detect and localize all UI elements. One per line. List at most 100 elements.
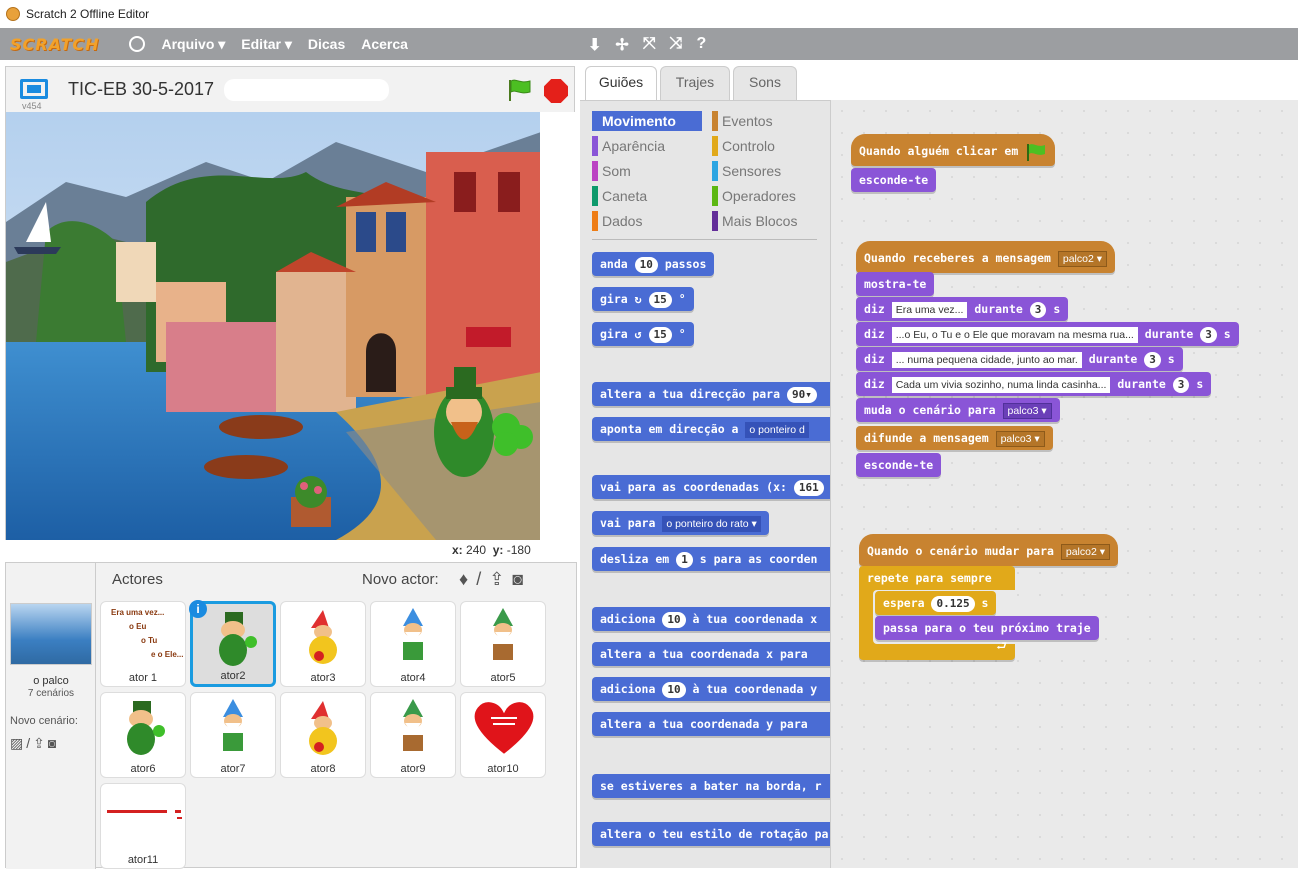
language-globe-icon[interactable] <box>129 36 146 52</box>
block-broadcast[interactable]: difunde a mensagem palco3 ▾ <box>856 426 1053 450</box>
block-glide[interactable]: desliza em 1 s para as coorden <box>592 547 830 571</box>
sprite-ator7[interactable]: ator7 <box>190 692 276 778</box>
block-go-to[interactable]: vai para o ponteiro do rato ▾ <box>592 511 769 535</box>
sprite-ator11[interactable]: ator11 <box>100 783 186 869</box>
sprite-name: ator11 <box>127 854 159 866</box>
category-eventos[interactable]: Eventos <box>712 111 773 131</box>
sprite-name: ator6 <box>130 763 156 775</box>
scratch-cat-icon <box>6 7 20 21</box>
sprite-ator5[interactable]: ator5 <box>460 601 546 687</box>
sprite-ator10[interactable]: ator10 <box>460 692 546 778</box>
category-caneta[interactable]: Caneta <box>592 186 647 206</box>
block-say-3[interactable]: diz ... numa pequena cidade, junto ao ma… <box>856 347 1183 371</box>
block-change-y[interactable]: adiciona 10 à tua coordenada y <box>592 677 830 701</box>
upload-backdrop-icon[interactable]: ⇪ <box>33 735 45 752</box>
shrink-icon[interactable]: ⤨ <box>670 35 683 55</box>
sprite-name: ator8 <box>310 763 336 775</box>
camera-sprite-icon[interactable]: ◙ <box>512 569 523 590</box>
duplicate-stamp-icon[interactable]: ⬇ <box>588 35 601 55</box>
menu-arquivo[interactable]: Arquivo ▾ <box>161 36 225 53</box>
presentation-mode-icon[interactable] <box>20 79 48 99</box>
delete-scissors-icon[interactable]: ✢ <box>615 35 628 55</box>
sprite-name: ator10 <box>487 763 519 775</box>
block-set-x[interactable]: altera a tua coordenada x para <box>592 642 830 666</box>
menu-editar[interactable]: Editar ▾ <box>241 36 292 53</box>
leprechaun-thumbnail <box>219 612 257 666</box>
tab-guioes[interactable]: Guiões <box>585 66 657 100</box>
block-set-y[interactable]: altera a tua coordenada y para <box>592 712 830 736</box>
block-show[interactable]: mostra-te <box>856 272 935 296</box>
block-hide[interactable]: esconde-te <box>851 168 937 192</box>
grow-icon[interactable]: ⤧ <box>643 35 656 55</box>
loop-arrow-icon: ⮐ <box>996 639 1007 653</box>
project-title[interactable]: TIC-EB 30-5-2017 <box>68 79 214 100</box>
info-icon[interactable]: i <box>189 600 207 618</box>
menu-dicas[interactable]: Dicas <box>308 36 345 52</box>
sprite-ator4[interactable]: ator4 <box>370 601 456 687</box>
category-sensores[interactable]: Sensores <box>712 161 781 181</box>
sprite-ator3[interactable]: ator3 <box>280 601 366 687</box>
sprite-library-icon[interactable]: ♦ <box>459 569 468 590</box>
sprite-ator2[interactable]: i ator2 <box>189 600 276 687</box>
sprite-ator8[interactable]: ator8 <box>280 692 366 778</box>
paint-sprite-icon[interactable]: / <box>476 569 481 590</box>
scratch-logo[interactable]: SCRATCH <box>10 35 99 54</box>
sprite-name: ator5 <box>490 672 516 684</box>
dwarf-yellow-thumbnail <box>309 701 337 755</box>
block-go-to-xy[interactable]: vai para as coordenadas (x: 161 <box>592 475 830 499</box>
help-icon[interactable]: ? <box>696 35 706 55</box>
menu-acerca[interactable]: Acerca <box>361 36 408 52</box>
sprite-name: ator7 <box>220 763 246 775</box>
block-say-4[interactable]: diz Cada um vivia sozinho, numa linda ca… <box>856 372 1212 396</box>
sprite-ator-1[interactable]: Era uma vez... o Eu o Tu e o Ele... ator… <box>100 601 186 687</box>
block-hide-2[interactable]: esconde-te <box>856 453 942 477</box>
leprechaun-thumbnail <box>127 701 165 755</box>
block-say-1[interactable]: diz Era uma vez... durante 3 s <box>856 297 1069 321</box>
sprite-name: ator9 <box>400 763 426 775</box>
block-turn-right[interactable]: gira ↻ 15 ° <box>592 287 694 311</box>
stage-thumbnail[interactable] <box>10 603 92 665</box>
category-dados[interactable]: Dados <box>592 211 642 231</box>
category-aparencia[interactable]: Aparência <box>592 136 665 156</box>
sprite-ator9[interactable]: ator9 <box>370 692 456 778</box>
tab-sons[interactable]: Sons <box>733 66 797 100</box>
block-switch-backdrop[interactable]: muda o cenário para palco3 ▾ <box>856 398 1060 422</box>
stage-column: o palco 7 cenários Novo cenário: ▨ / ⇪ ◙ <box>6 563 96 869</box>
blocks-palette: Movimento Eventos Aparência Controlo Som… <box>580 100 830 868</box>
hat-when-flag-clicked[interactable]: Quando alguém clicar em <box>851 134 1056 166</box>
category-mais-blocos[interactable]: Mais Blocos <box>712 211 797 231</box>
sprite-ator6[interactable]: ator6 <box>100 692 186 778</box>
sprite-ator-1-text: Era uma vez... o Eu o Tu e o Ele... <box>111 608 184 659</box>
forever-label: repete para sempre <box>867 571 992 585</box>
dwarf-blue-thumbnail <box>223 699 243 751</box>
block-bounce-on-edge[interactable]: se estiveres a bater na borda, r <box>592 774 830 798</box>
category-operadores[interactable]: Operadores <box>712 186 796 206</box>
hat-when-backdrop-switches[interactable]: Quando o cenário mudar para palco2 ▾ <box>859 534 1119 566</box>
sprites-pane: o palco 7 cenários Novo cenário: ▨ / ⇪ ◙… <box>5 562 577 869</box>
category-movimento[interactable]: Movimento <box>592 111 702 131</box>
block-turn-left[interactable]: gira ↺ 15 ° <box>592 322 694 346</box>
green-flag-icon[interactable] <box>506 79 532 101</box>
block-next-costume[interactable]: passa para o teu próximo traje <box>875 616 1099 640</box>
camera-backdrop-icon[interactable]: ◙ <box>48 735 56 752</box>
tab-trajes[interactable]: Trajes <box>660 66 730 100</box>
paint-backdrop-icon[interactable]: / <box>26 735 30 752</box>
category-som[interactable]: Som <box>592 161 631 181</box>
block-point-towards[interactable]: aponta em direcção a o ponteiro d <box>592 417 830 441</box>
stop-sign-icon[interactable] <box>544 79 568 103</box>
red-text-thumbnail <box>107 810 182 819</box>
block-wait[interactable]: espera 0.125 s <box>875 591 997 615</box>
block-set-rotation-style[interactable]: altera o teu estilo de rotação pa <box>592 822 830 846</box>
stage-canvas[interactable] <box>5 112 540 540</box>
block-move-steps[interactable]: anda 10 passos <box>592 252 715 276</box>
block-point-in-direction[interactable]: altera a tua direcção para 90▾ <box>592 382 830 406</box>
category-controlo[interactable]: Controlo <box>712 136 775 156</box>
sprite-name: ator4 <box>400 672 426 684</box>
scripts-area[interactable]: Quando alguém clicar em esconde-te Quand… <box>830 100 1298 868</box>
dwarf-green-thumbnail <box>403 699 423 751</box>
block-say-2[interactable]: diz ...o Eu, o Tu e o Ele que moravam na… <box>856 322 1239 346</box>
block-change-x[interactable]: adiciona 10 à tua coordenada x <box>592 607 830 631</box>
backdrop-library-icon[interactable]: ▨ <box>10 735 23 752</box>
hat-when-receive-message[interactable]: Quando receberes a mensagem palco2 ▾ <box>856 241 1116 273</box>
upload-sprite-icon[interactable]: ⇪ <box>489 569 504 590</box>
